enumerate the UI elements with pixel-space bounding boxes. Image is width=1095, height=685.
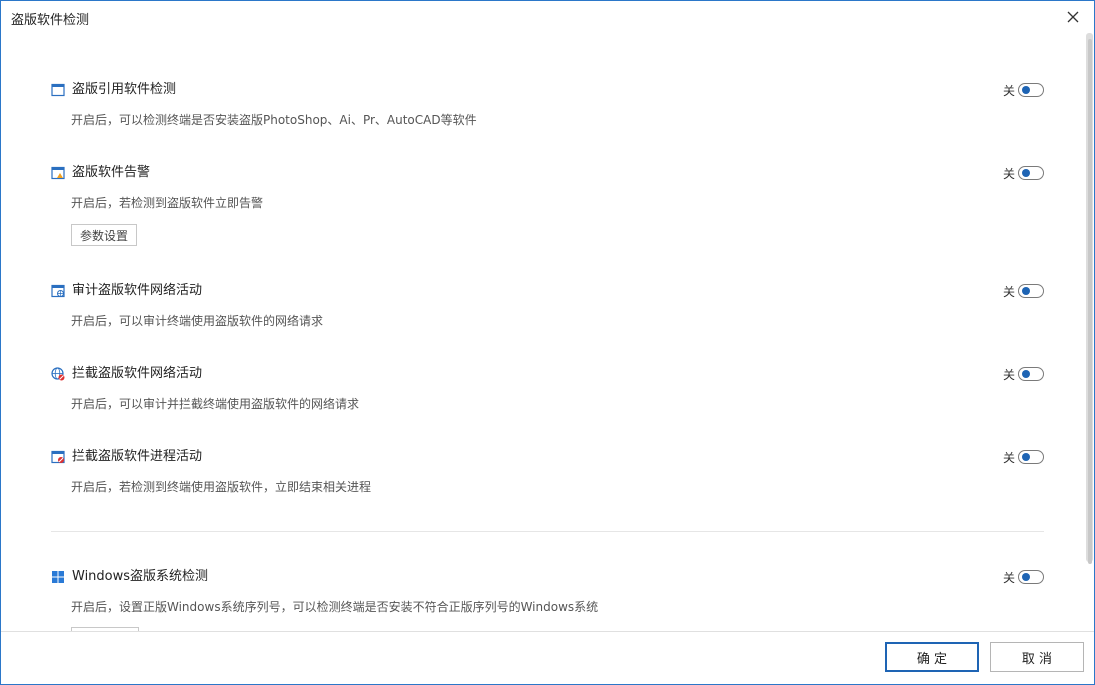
toggle-state-label: 关 [1002,166,1015,181]
toggle-state-label: 关 [1002,284,1015,299]
window-block-icon [51,450,65,464]
section-description: 开启后，可以检测终端是否安装盗版PhotoShop、Ai、Pr、AutoCAD等… [71,113,477,127]
toggle-state-label: 关 [1002,83,1015,98]
section-title: Windows盗版系统检测 [72,569,209,584]
dialog-window: 盗版软件检测 盗版引用软件检测 开启后，可以检测终端是否安装盗版PhotoSho… [0,0,1095,685]
section-description: 开启后，若检测到盗版软件立即告警 [71,196,264,210]
block-network-toggle[interactable] [1018,367,1044,381]
toggle-state-label: 关 [1002,570,1015,585]
parameter-settings-button[interactable]: 参数设置 [71,224,137,246]
section-title: 审计盗版软件网络活动 [72,283,203,298]
dialog-footer: 确 定 取 消 [1,631,1094,684]
cancel-button[interactable]: 取 消 [990,642,1084,672]
close-button[interactable] [1060,4,1086,30]
close-icon [1067,11,1079,23]
piracy-alert-toggle[interactable] [1018,166,1044,180]
block-process-toggle[interactable] [1018,450,1044,464]
toggle-state-label: 关 [1002,367,1015,382]
section-title: 盗版引用软件检测 [72,82,177,97]
section-description: 开启后，设置正版Windows系统序列号，可以检测终端是否安装不符合正版序列号的… [71,600,599,614]
window-alert-icon [51,166,65,180]
section-title: 拦截盗版软件网络活动 [72,366,203,381]
section-description: 开启后，可以审计终端使用盗版软件的网络请求 [71,314,324,328]
section-title: 盗版软件告警 [72,165,151,180]
section-description: 开启后，若检测到终端使用盗版软件，立即结束相关进程 [71,480,372,494]
globe-block-icon [51,367,65,381]
piracy-app-detect-toggle[interactable] [1018,83,1044,97]
window-icon [51,83,65,97]
windows-detect-toggle[interactable] [1018,570,1044,584]
settings-content: 盗版引用软件检测 开启后，可以检测终端是否安装盗版PhotoShop、Ai、Pr… [1,33,1084,632]
section-title: 拦截盗版软件进程活动 [72,449,203,464]
window-network-icon [51,284,65,298]
title-bar: 盗版软件检测 [1,1,1094,33]
scrollbar-thumb[interactable] [1088,39,1092,564]
windows-logo-icon [51,570,65,584]
dialog-title: 盗版软件检测 [11,13,90,28]
toggle-state-label: 关 [1002,450,1015,465]
audit-network-toggle[interactable] [1018,284,1044,298]
section-description: 开启后，可以审计并拦截终端使用盗版软件的网络请求 [71,397,360,411]
confirm-button[interactable]: 确 定 [885,642,979,672]
section-divider [51,531,1044,532]
